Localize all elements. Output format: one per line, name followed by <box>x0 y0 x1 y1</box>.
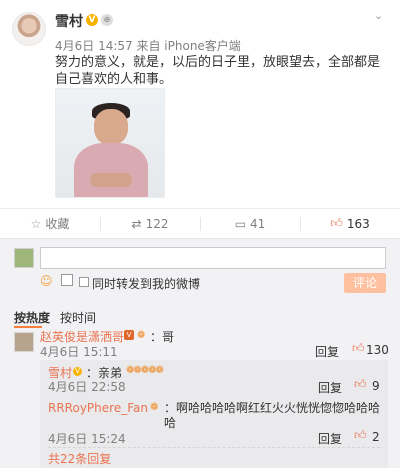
reply-thread: 雪村 V ：亲弟 ❁❁❁❁❁ 4月6日 22:58 回复 👍︎ 9 RRRoyP… <box>40 360 388 468</box>
photo-face <box>94 109 128 145</box>
photo-hands <box>90 173 132 187</box>
comment-icon: ▭ <box>234 216 247 231</box>
emoji-icon: ❁❁❁❁❁ <box>126 365 164 376</box>
repost-checkbox[interactable] <box>79 277 89 287</box>
comment-button[interactable]: ▭ 41 <box>200 209 300 238</box>
post-meta: 4月6日 14:57 来自 iPhone客户端 <box>55 39 241 53</box>
star-icon: ☆ <box>30 216 42 231</box>
reply-time: 4月6日 22:58 <box>48 380 126 394</box>
my-avatar <box>14 248 34 268</box>
member-badge-icon: ⊕ <box>101 14 113 26</box>
comment-like-count: 130 <box>366 343 389 357</box>
post-content: 努力的意义，就是，以后的日子里，放眼望去，全部都是自己喜欢的人和事。 <box>55 55 381 87</box>
verified-badge-icon: V <box>73 367 82 376</box>
divider <box>48 447 380 448</box>
author-avatar[interactable] <box>12 12 46 46</box>
comment-avatar[interactable] <box>14 332 34 352</box>
emoji-icon[interactable]: ☺ <box>40 274 53 288</box>
weibo-post: 雪村 V ⊕ ⌄ 4月6日 14:57 来自 iPhone客户端 努力的意义，就… <box>0 0 400 208</box>
reply-like-count: 2 <box>372 430 380 444</box>
tab-sort-hot[interactable]: 按热度 <box>14 311 50 325</box>
verified-badge-icon: V <box>124 330 134 340</box>
repost-count: 122 <box>145 216 169 231</box>
like-count: 163 <box>346 216 370 231</box>
author-name[interactable]: 雪村 <box>55 11 83 31</box>
favorite-button[interactable]: ☆ 收藏 <box>0 209 100 238</box>
like-button[interactable]: 👍︎ 163 <box>300 209 400 238</box>
comment-count: 41 <box>250 216 266 231</box>
tab-sort-time[interactable]: 按时间 <box>60 311 96 325</box>
reply-button[interactable]: 回复 <box>315 343 339 360</box>
emoji-icon: ❁ <box>150 402 159 413</box>
photo-body <box>74 143 148 197</box>
comment-time: 4月6日 15:11 <box>40 345 118 359</box>
repost-button[interactable]: ⇄ 122 <box>100 209 200 238</box>
comment-text: ：哥 <box>150 330 175 344</box>
submit-comment-button[interactable]: 评论 <box>344 273 386 293</box>
repost-checkbox-label: 同时转发到我的微博 <box>92 277 201 291</box>
image-icon[interactable] <box>61 274 73 286</box>
post-photo[interactable] <box>55 88 165 198</box>
repost-icon: ⇄ <box>131 216 142 231</box>
thumbs-up-icon[interactable]: 👍︎ <box>352 341 365 356</box>
emoji-icon: ❁ <box>137 330 146 341</box>
comments-panel: ☺ 同时转发到我的微博 评论 按热度 按时间 赵英俊是潇洒哥 V ❁ ：哥 4月6… <box>0 238 400 468</box>
reply-button[interactable]: 回复 <box>318 430 342 447</box>
reply-time: 4月6日 15:24 <box>48 432 126 446</box>
reply-like-count: 9 <box>372 379 380 393</box>
comment-input[interactable] <box>40 247 386 269</box>
sort-tabs: 按热度 按时间 <box>14 309 106 326</box>
view-all-replies-link[interactable]: 共22条回复 <box>48 450 111 467</box>
favorite-label: 收藏 <box>45 217 70 231</box>
reply-author[interactable]: RRRoyPhere_Fan <box>48 401 148 415</box>
active-tab-indicator <box>14 326 42 328</box>
thumbs-up-icon: 👍︎ <box>330 216 343 230</box>
verified-badge-icon: V <box>86 14 98 26</box>
post-action-bar: ☆ 收藏 ⇄ 122 ▭ 41 👍︎ 163 <box>0 208 400 238</box>
thumbs-up-icon[interactable]: 👍︎ <box>354 428 367 443</box>
thumbs-up-icon[interactable]: 👍︎ <box>354 377 367 392</box>
reply-button[interactable]: 回复 <box>318 379 342 396</box>
chevron-down-icon[interactable]: ⌄ <box>374 9 383 22</box>
reply-text: ：啊哈哈哈哈啊红红火火恍恍惚惚哈哈哈哈 <box>164 401 381 430</box>
